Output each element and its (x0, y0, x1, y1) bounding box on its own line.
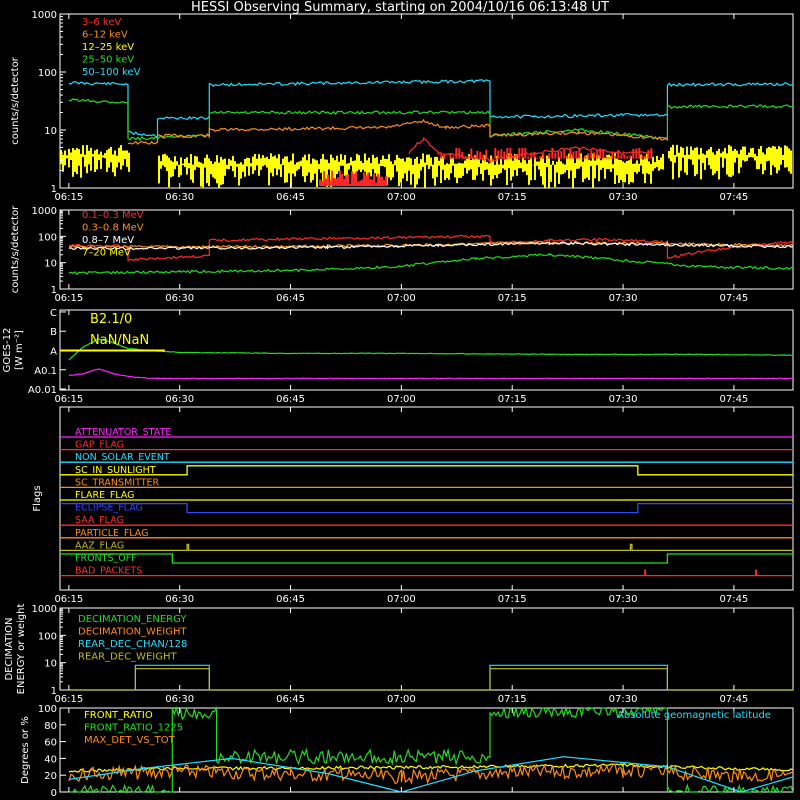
rates-low-xtick-label: 07:30 (609, 192, 638, 203)
goes-xtick-label: 07:00 (387, 394, 416, 405)
rates-high-ylabel: counts/s/detector (10, 205, 21, 293)
ratio-ytick-label: 40 (44, 754, 57, 765)
goes-ytick-label: A0.01 (28, 385, 57, 396)
flags-xtick-label: 07:00 (387, 594, 416, 605)
decimation-xtick-label: 07:00 (387, 694, 416, 705)
rates-low-xtick-label: 06:15 (54, 192, 83, 203)
decimation-xtick-label: 06:15 (54, 694, 83, 705)
decimation-xtick-label: 06:45 (276, 694, 305, 705)
rates-low-ytick-label: 1000 (32, 10, 57, 21)
goes-ytick-label: C (50, 308, 57, 319)
decimation-ylabel-1: DECIMATION (4, 617, 15, 680)
series-high-0 (68, 234, 794, 262)
decimation-series-1 (68, 668, 793, 691)
rates-low-ytick-label: 10 (44, 126, 57, 137)
rates-high-legend-3: 7–20 MeV (82, 248, 131, 259)
rates-high-xtick-label: 07:00 (387, 293, 416, 304)
ratio-ytick-label: 100 (38, 704, 57, 715)
flag-line-aaz-flag (60, 543, 793, 552)
goes-xtick-label: 07:15 (498, 394, 527, 405)
goes-xtick-label: 07:30 (609, 394, 638, 405)
decimation-xtick-label: 07:45 (719, 694, 748, 705)
ratio-legend-2: MAX_DET_VS_TOT (84, 735, 176, 746)
rates-low-ylabel: counts/s/detector (10, 56, 21, 144)
rates-high-xtick-label: 07:45 (719, 293, 748, 304)
rates-high-ytick-label: 1000 (32, 206, 57, 217)
rates-high-xtick-label: 07:30 (609, 293, 638, 304)
series-high-3 (68, 252, 794, 276)
flag-line-sc-in-sunlight (60, 465, 793, 476)
goes-xtick-label: 06:30 (165, 394, 194, 405)
decimation-xtick-label: 06:30 (165, 694, 194, 705)
ratio-ytick-label: 0 (51, 788, 57, 799)
rates-high-xtick-label: 06:30 (165, 293, 194, 304)
goes-annotation-nan: NaN/NaN (90, 333, 149, 348)
rates-high-xtick-label: 06:15 (54, 293, 83, 304)
decimation-ytick-label: 10 (44, 659, 57, 670)
rates-high-legend-1: 0.3–0.8 MeV (82, 223, 144, 234)
rates-low-legend-2: 12–25 keV (82, 42, 134, 53)
rates-low-xtick-label: 06:30 (165, 192, 194, 203)
flags-ylabel: Flags (32, 485, 43, 511)
ratio-annotation-latitude: Absolute geomagnetic latitude (617, 710, 771, 721)
flags-xtick-label: 06:30 (165, 594, 194, 605)
goes-xtick-label: 06:15 (54, 394, 83, 405)
ratio-ytick-label: 60 (44, 738, 57, 749)
rates-high-legend-0: 0.1–0.3 MeV (82, 210, 144, 221)
flags-xtick-label: 07:30 (609, 594, 638, 605)
goes-xtick-label: 07:45 (719, 394, 748, 405)
decimation-ytick-label: 1000 (32, 604, 57, 615)
flags-xtick-label: 06:45 (276, 594, 305, 605)
decimation-ylabel-2: ENERGY or weight (16, 604, 27, 695)
goes-annotation-class: B2.1/0 (90, 312, 132, 327)
rates-low-xtick-label: 07:45 (719, 192, 748, 203)
rates-high-legend-2: 0.8–7 MeV (82, 235, 134, 246)
decimation-legend-3: REAR_DEC_WEIGHT (78, 652, 177, 663)
decimation-xtick-label: 07:15 (498, 694, 527, 705)
ratio-ytick-label: 80 (44, 721, 57, 732)
rates-low-legend-3: 25–50 keV (82, 55, 134, 66)
goes-ylabel: GOES-12 (2, 328, 13, 373)
goes-series-1 (68, 368, 793, 380)
observing-summary-chart: 110100100006:15 06:30 06:45 07:00 07:15 07:30… (2, 10, 794, 799)
decimation-legend-1: DECIMATION_WEIGHT (78, 627, 187, 638)
rates-low-legend-4: 50–100 keV (82, 67, 141, 78)
ratio-ylabel: Degrees or % (20, 716, 31, 784)
decimation-legend-0: DECIMATION_ENERGY (78, 614, 187, 625)
rates-high-ytick-label: 100 (38, 232, 57, 243)
rates-low-ytick-label: 100 (38, 68, 57, 79)
decimation-legend-2: REAR_DEC_CHAN/128 (78, 639, 187, 650)
flag-line-fronts-off (60, 553, 793, 564)
ratio-ytick-label: 20 (44, 771, 57, 782)
goes-ylabel-units: [W m⁻²] (14, 330, 25, 370)
rates-high-frame (59, 209, 794, 290)
rates-low-legend-1: 6–12 keV (82, 30, 128, 41)
rates-low-xtick-label: 07:15 (498, 192, 527, 203)
goes-ytick-label: A0.1 (34, 366, 57, 377)
decimation-ytick-label: 100 (38, 631, 57, 642)
rates-high-xtick-label: 07:15 (498, 293, 527, 304)
series-0 (68, 79, 793, 138)
flags-xtick-label: 07:15 (498, 594, 527, 605)
rates-low-xtick-label: 06:45 (276, 192, 305, 203)
rates-high-ytick-label: 10 (44, 259, 57, 270)
rates-high-xtick-label: 06:45 (276, 293, 305, 304)
ratio-legend-0: FRONT_RATIO (84, 710, 153, 721)
goes-ytick-label: B (50, 327, 57, 338)
rates-low-legend-0: 3–6 keV (82, 17, 121, 28)
rates-low-xtick-label: 07:00 (387, 192, 416, 203)
goes-ytick-label: A (50, 346, 57, 357)
goes-series-0 (68, 337, 794, 361)
flags-xtick-label: 06:15 (54, 594, 83, 605)
ratio-legend-1: FRONT_RATIO_1225 (84, 723, 183, 734)
flag-line-eclipse-flag (60, 502, 793, 514)
decimation-xtick-label: 07:30 (609, 694, 638, 705)
goes-xtick-label: 06:45 (276, 394, 305, 405)
flags-xtick-label: 07:45 (719, 594, 748, 605)
